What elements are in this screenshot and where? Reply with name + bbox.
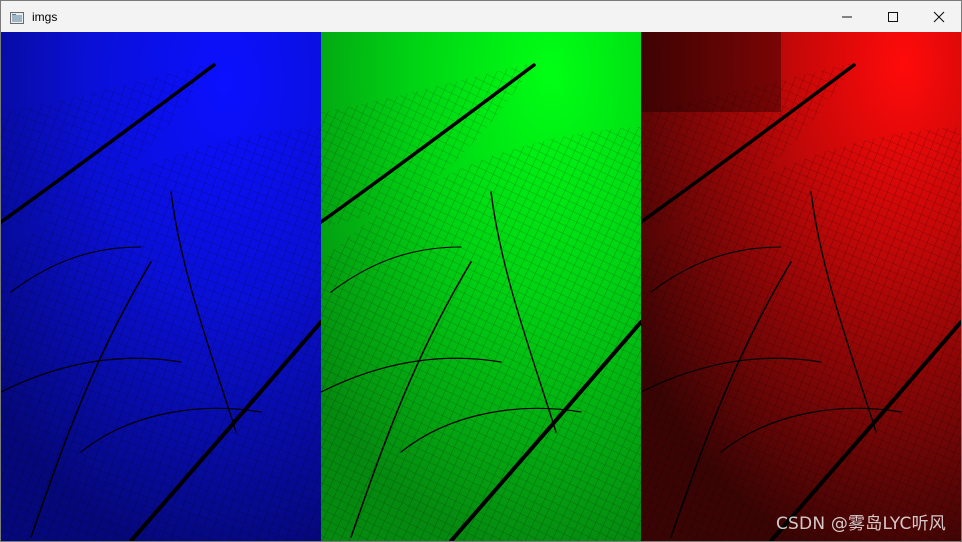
watermark-text: CSDN @雾岛LYC听风 [775, 514, 946, 534]
minimize-icon [842, 16, 852, 17]
green-channel-panel [321, 32, 641, 541]
blue-channel-panel [1, 32, 321, 541]
red-channel-panel: CSDN @雾岛LYC听风 [641, 32, 961, 541]
minimize-button[interactable] [824, 1, 870, 32]
close-icon [933, 11, 945, 22]
close-button[interactable] [916, 1, 961, 32]
app-window: imgs CSDN @雾岛LYC听风 [0, 0, 962, 542]
maximize-icon [888, 11, 898, 22]
image-canvas: CSDN @雾岛LYC听风 [1, 32, 961, 541]
window-app-icon[interactable] [10, 9, 24, 24]
window-title: imgs [32, 10, 58, 24]
title-bar[interactable]: imgs [1, 1, 961, 32]
maximize-button[interactable] [870, 1, 916, 32]
